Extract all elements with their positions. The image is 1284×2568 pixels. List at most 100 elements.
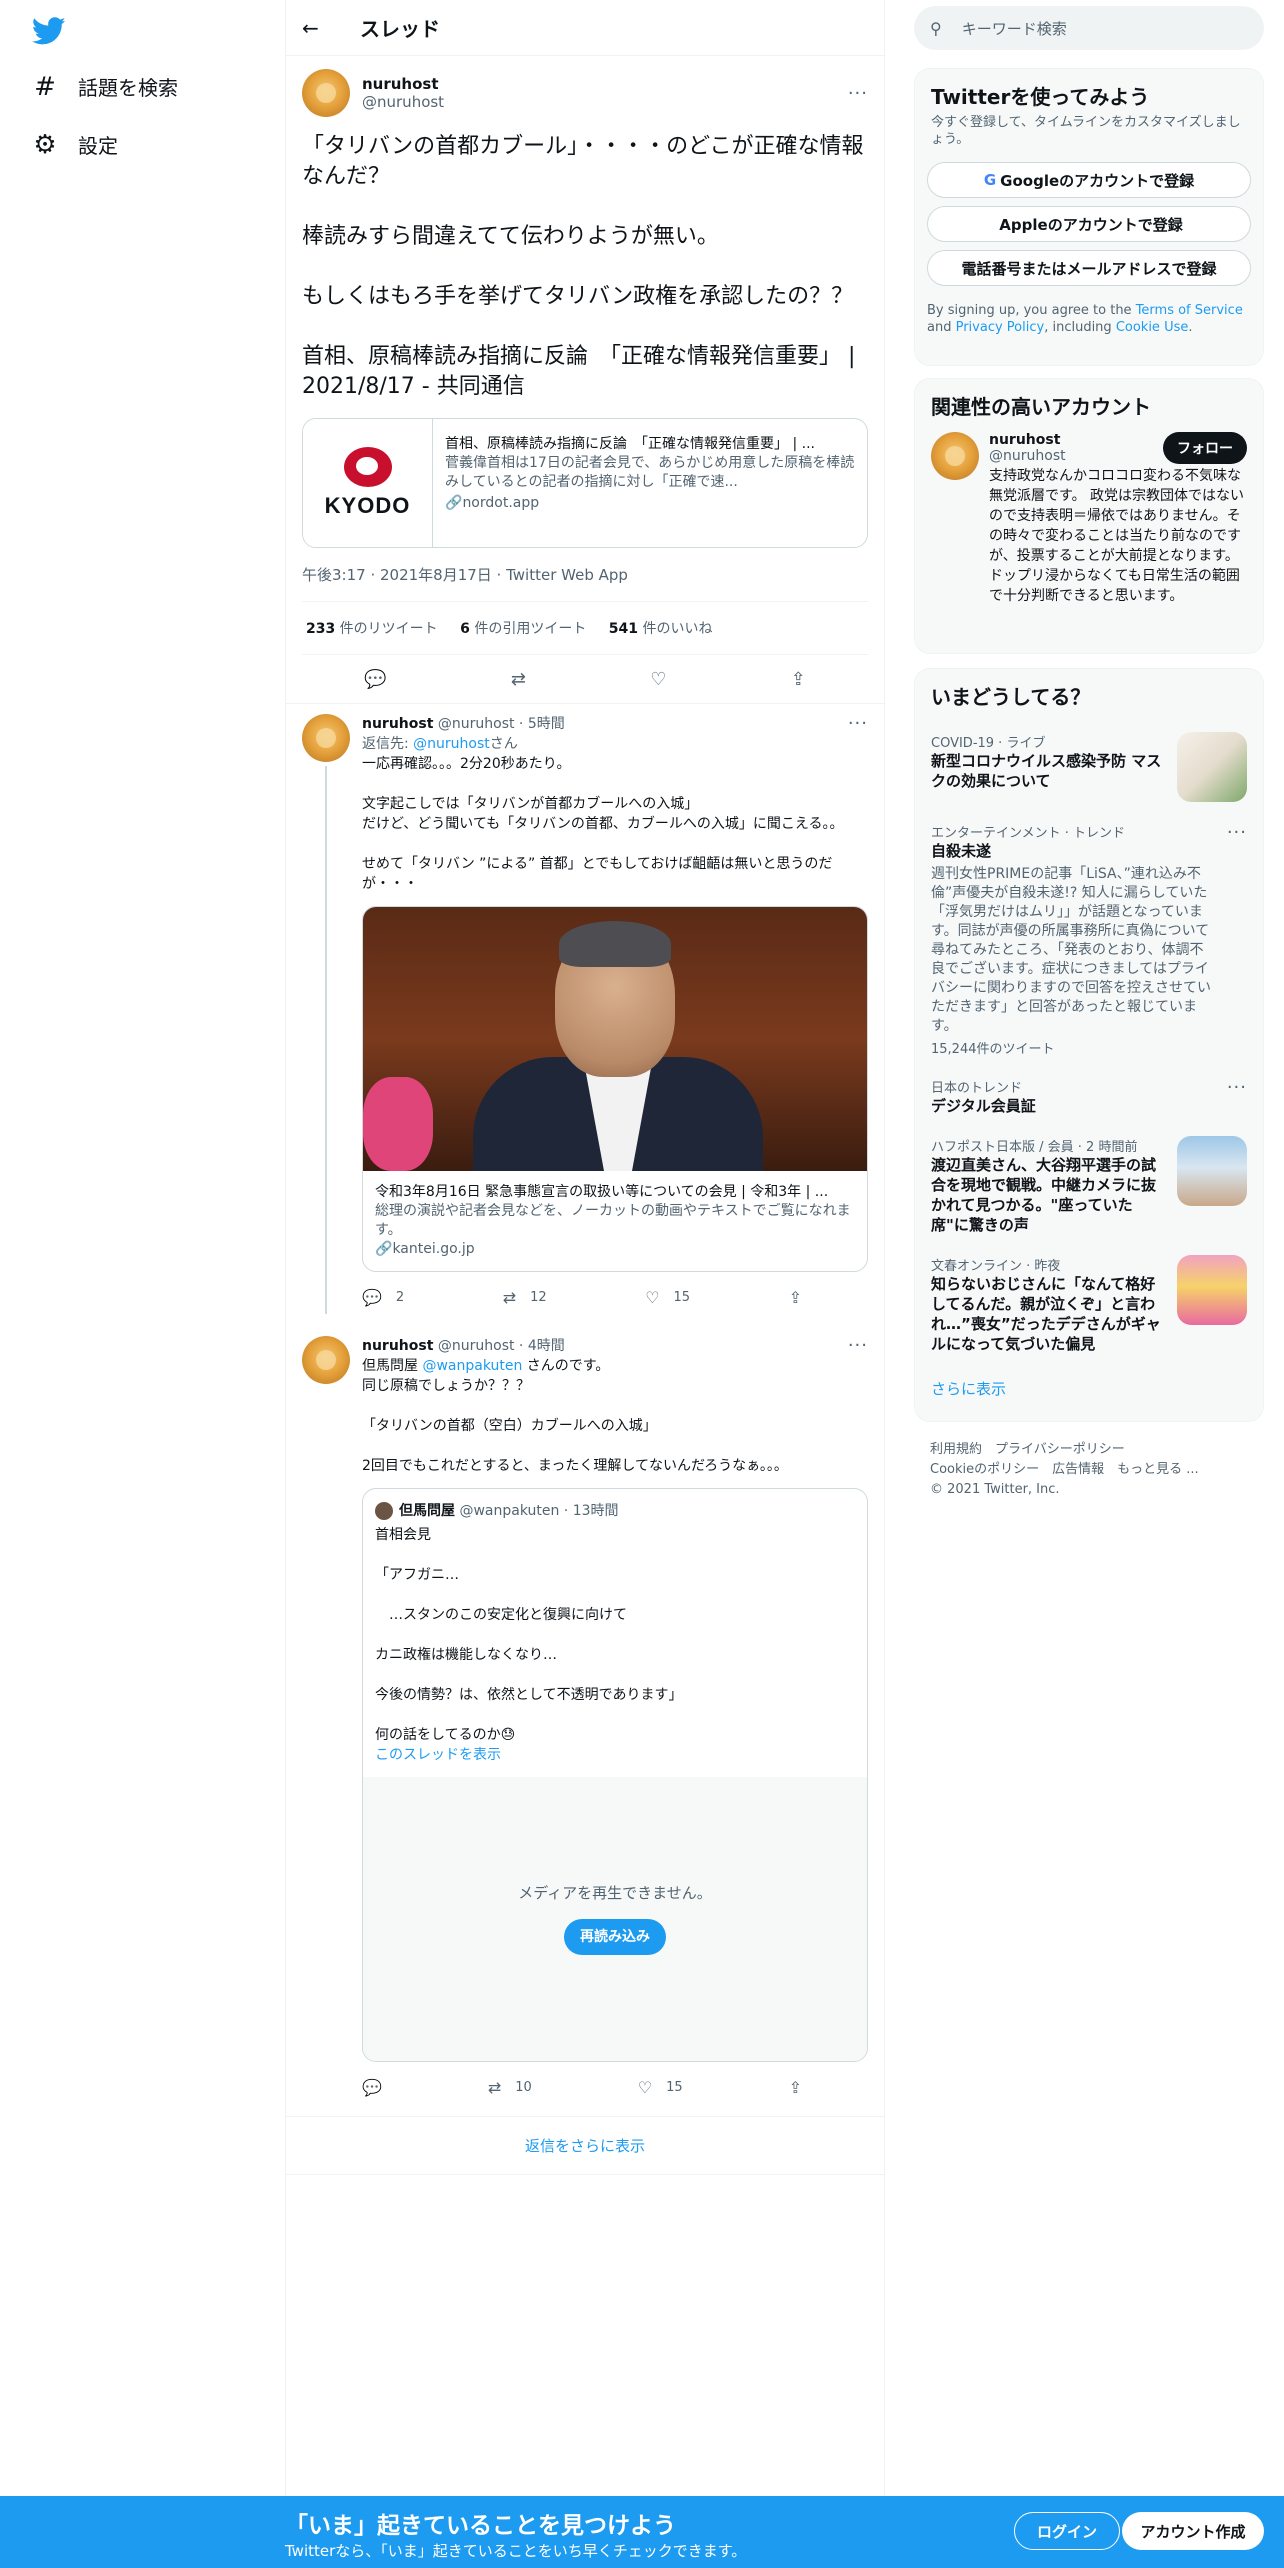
retweet-count: 12 <box>530 1290 547 1305</box>
account-handle[interactable]: @nuruhost <box>989 448 1066 464</box>
avatar[interactable] <box>302 1336 350 1384</box>
trend-item[interactable]: 文春オンライン · 昨夜 知らないおじさんに「なんて格好してるんだ。親が泣くぞ」… <box>915 1245 1263 1364</box>
cookie-link[interactable]: Cookie Use <box>1116 320 1189 335</box>
reply-button[interactable]: 💬 2 <box>362 1288 404 1308</box>
more-icon[interactable]: ··· <box>1227 822 1247 1057</box>
like-count: 15 <box>673 1290 691 1305</box>
privacy-link[interactable]: Privacy Policy <box>956 320 1045 335</box>
avatar[interactable] <box>302 69 350 117</box>
retweet-button[interactable]: ⇄ 10 <box>488 2078 532 2098</box>
trend-thumbnail <box>1177 1255 1247 1325</box>
google-signup-label: Googleのアカウントで登録 <box>1000 171 1195 190</box>
trend-thumbnail <box>1177 1136 1247 1206</box>
author-handle-time[interactable]: @nuruhost · 5時間 <box>438 716 565 732</box>
apple-signup-button[interactable]: Appleのアカウントで登録 <box>927 206 1251 242</box>
trend-item[interactable]: COVID-19 · ライブ 新型コロナウイルス感染予防 マスクの効果について <box>915 722 1263 812</box>
quote-stat[interactable]: 6 件の引用ツイート <box>460 621 586 637</box>
author-name[interactable]: nuruhost <box>362 716 433 732</box>
search-input[interactable]: ⚲ キーワード検索 <box>914 6 1264 50</box>
retweet-label: 件のリツイート <box>335 621 438 637</box>
link-card[interactable]: KYODO 首相、原稿棒読み指摘に反論 「正確な情報発信重要」 | ... 菅義… <box>302 418 868 548</box>
share-icon: ⇪ <box>788 2078 802 2097</box>
trend-item[interactable]: ハフポスト日本版 / 会員 · 2 時間前 渡辺直美さん、大谷翔平選手の試合を現… <box>915 1126 1263 1245</box>
mention-link[interactable]: @wanpakuten <box>422 1358 522 1374</box>
quote-tweet[interactable]: 但馬問屋 @wanpakuten · 13時間 首相会見 「アフガニ… …スタン… <box>362 1488 868 2062</box>
tweet-actions: 💬 ⇄ 10 ♡ 15 ⇪ <box>362 2072 802 2104</box>
share-icon: ⇪ <box>788 1288 802 1307</box>
reply-tweet[interactable]: nuruhost @nuruhost · 4時間 ··· 但馬問屋 @wanpa… <box>286 1314 884 2104</box>
retweet-button[interactable]: ⇄ 12 <box>503 1288 547 1308</box>
more-icon[interactable]: ··· <box>848 83 868 104</box>
share-icon[interactable]: ⇪ <box>791 669 806 690</box>
retweet-icon: ⇄ <box>487 2078 502 2097</box>
card-url: 🔗nordot.app <box>445 494 855 513</box>
relevant-title: 関連性の高いアカウント <box>931 395 1151 419</box>
media-error-message: メディアを再生できません。 <box>518 1884 712 1902</box>
tos-link[interactable]: Terms of Service <box>1136 303 1243 318</box>
show-more-trends[interactable]: さらに表示 <box>931 1380 1006 1398</box>
like-stat[interactable]: 541 件のいいね <box>609 621 713 637</box>
footer-line-1[interactable]: 利用規約 プライバシーポリシー <box>930 1440 1199 1460</box>
trends-box: いまどうしてる？ COVID-19 · ライブ 新型コロナウイルス感染予防 マス… <box>914 668 1264 1422</box>
reply-to: 返信先: @nuruhostさん <box>362 734 868 754</box>
reply-button[interactable]: 💬 <box>362 2078 382 2098</box>
signup-box: Twitterを使ってみよう 今すぐ登録して、タイムラインをカスタマイズしましょ… <box>914 68 1264 366</box>
like-icon[interactable]: ♡ <box>650 669 666 690</box>
media-error-panel: メディアを再生できません。 再読み込み <box>363 1777 867 2061</box>
avatar[interactable] <box>302 714 350 762</box>
author-handle-time[interactable]: @nuruhost · 4時間 <box>438 1338 565 1354</box>
share-button[interactable]: ⇪ <box>789 1288 802 1308</box>
trend-description: 週刊女性PRIMEの記事「LiSA、”連れ込み不倫”声優夫が自殺未遂!? 知人に… <box>931 866 1211 1034</box>
card-image <box>363 907 867 1171</box>
trend-source: 日本のトレンド <box>931 1081 1023 1096</box>
author-name[interactable]: nuruhost <box>362 1338 433 1354</box>
reply-tweet[interactable]: nuruhost @nuruhost · 5時間 ··· 返信先: @nuruh… <box>286 704 884 1314</box>
phone-signup-button[interactable]: 電話番号またはメールアドレスで登録 <box>927 250 1251 286</box>
card-title: 令和3年8月16日 緊急事態宣言の取扱い等についての会見 | 令和3年 | ..… <box>375 1184 829 1200</box>
back-arrow-icon[interactable]: ← <box>302 16 334 40</box>
background-decoration <box>363 1077 433 1171</box>
show-thread-link[interactable]: このスレッドを表示 <box>375 1747 501 1763</box>
more-icon[interactable]: ··· <box>848 1336 868 1356</box>
author-handle[interactable]: @nuruhost <box>362 93 848 111</box>
nav-settings[interactable]: ⚙ 設定 <box>32 130 118 159</box>
relevant-accounts-box: 関連性の高いアカウント nuruhost @nuruhost フォロー 支持政党… <box>914 378 1264 654</box>
more-icon[interactable]: ··· <box>1227 1077 1247 1116</box>
more-icon[interactable]: ··· <box>848 714 868 734</box>
quote-count: 6 <box>460 621 470 637</box>
login-button[interactable]: ログイン <box>1014 2512 1120 2550</box>
retweet-icon[interactable]: ⇄ <box>511 669 526 690</box>
account-name[interactable]: nuruhost <box>989 432 1066 448</box>
bottom-bar-subtitle: Twitterなら、「いま」起きていることをいち早くチェックできます。 <box>285 2542 747 2560</box>
trend-title: 知らないおじさんに「なんて格好してるんだ。親が泣くぞ」と言われ…”喪女”だったデ… <box>931 1275 1161 1353</box>
share-button[interactable]: ⇪ <box>789 2078 802 2098</box>
footer-line-2[interactable]: Cookieのポリシー 広告情報 もっと見る ... <box>930 1460 1199 1480</box>
like-button[interactable]: ♡ 15 <box>638 2078 683 2098</box>
twitter-logo-icon[interactable] <box>32 14 66 48</box>
avatar[interactable] <box>931 432 979 480</box>
relevant-account[interactable]: nuruhost @nuruhost フォロー 支持政党なんかコロコロ変わる不気… <box>915 432 1263 606</box>
legal-text-1: By signing up, you agree to the <box>927 303 1136 318</box>
like-icon: ♡ <box>637 2078 653 2097</box>
retweet-icon: ⇄ <box>502 1288 517 1307</box>
trend-item[interactable]: エンターテインメント · トレンド 自殺未遂 週刊女性PRIMEの記事「LiSA… <box>915 812 1263 1067</box>
tweet-timestamp[interactable]: 午後3:17 · 2021年8月17日 · Twitter Web App <box>302 548 868 602</box>
reply-icon: 💬 <box>362 2078 382 2097</box>
link-icon: 🔗 <box>445 495 463 511</box>
like-count: 15 <box>666 2080 683 2095</box>
like-button[interactable]: ♡ 15 <box>645 1288 690 1308</box>
trend-source: COVID-19 · ライブ <box>931 736 1046 751</box>
card-url: 🔗kantei.go.jp <box>375 1240 855 1259</box>
trend-item[interactable]: 日本のトレンド デジタル会員証 ··· <box>915 1067 1263 1126</box>
video-link-card[interactable]: 令和3年8月16日 緊急事態宣言の取扱い等についての会見 | 令和3年 | ..… <box>362 906 868 1272</box>
nav-explore[interactable]: # 話題を検索 <box>32 72 178 101</box>
follow-button[interactable]: フォロー <box>1163 432 1247 464</box>
author-name[interactable]: nuruhost <box>362 75 848 93</box>
signup-button[interactable]: アカウント作成 <box>1122 2512 1264 2550</box>
show-more-replies[interactable]: 返信をさらに表示 <box>286 2116 884 2175</box>
retweet-stat[interactable]: 233 件のリツイート <box>306 621 438 637</box>
reply-to-handle[interactable]: @nuruhost <box>413 736 490 752</box>
reply-icon[interactable]: 💬 <box>364 669 386 690</box>
reload-button[interactable]: 再読み込み <box>564 1919 666 1955</box>
google-signup-button[interactable]: G Googleのアカウントで登録 <box>927 162 1251 198</box>
